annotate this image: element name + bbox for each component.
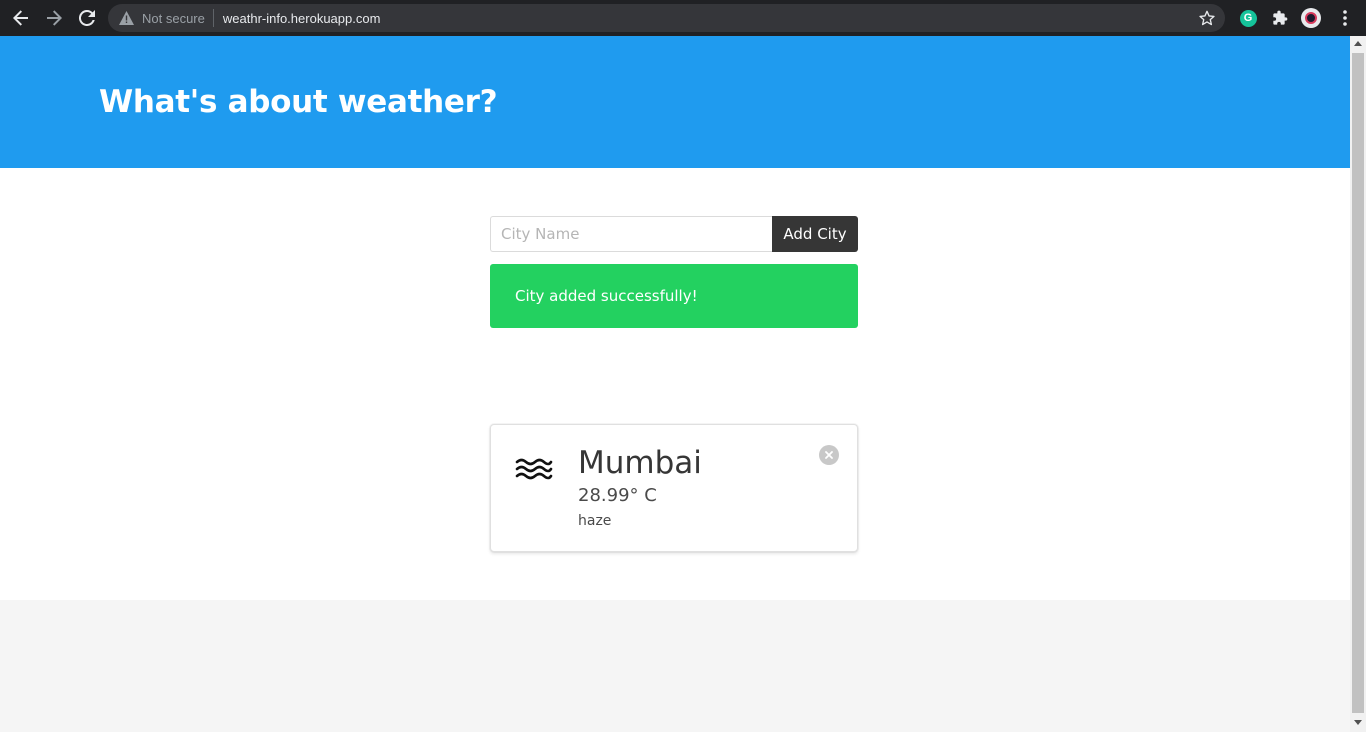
grammarly-icon[interactable]: G (1238, 8, 1258, 28)
page-footer (0, 600, 1350, 732)
weather-card: Mumbai 28.99° C haze (490, 424, 858, 552)
forward-arrow-icon[interactable] (42, 6, 66, 30)
star-icon[interactable] (1199, 10, 1215, 26)
scroll-down-arrow-icon[interactable] (1354, 720, 1362, 725)
add-city-button[interactable]: Add City (772, 216, 858, 252)
close-icon (825, 451, 833, 459)
more-icon[interactable] (1335, 8, 1355, 28)
vertical-scrollbar[interactable] (1350, 36, 1366, 732)
scrollbar-thumb[interactable] (1352, 53, 1364, 713)
add-city-form: Add City (490, 216, 858, 252)
grammarly-letter: G (1239, 9, 1257, 27)
card-temperature: 28.99° C (578, 485, 657, 506)
address-divider (212, 9, 214, 27)
warning-icon (118, 10, 134, 26)
success-notification: City added successfully! (490, 264, 858, 328)
haze-waves-icon (515, 457, 553, 483)
url-text[interactable]: weathr-info.herokuapp.com (223, 11, 381, 26)
security-label[interactable]: Not secure (142, 11, 205, 26)
address-bar[interactable]: Not secure weathr-info.herokuapp.com (108, 4, 1225, 32)
browser-toolbar: Not secure weathr-info.herokuapp.com G (0, 0, 1366, 36)
card-description: haze (578, 513, 612, 529)
scroll-up-arrow-icon[interactable] (1354, 41, 1362, 46)
back-arrow-icon[interactable] (9, 6, 33, 30)
profile-icon[interactable] (1301, 8, 1321, 28)
page-viewport: What's about weather? Add City City adde… (0, 36, 1350, 732)
puzzle-icon[interactable] (1270, 8, 1290, 28)
city-name-input[interactable] (490, 216, 772, 252)
hero-banner: What's about weather? (0, 36, 1350, 168)
delete-card-button[interactable] (819, 445, 839, 465)
page-title: What's about weather? (99, 84, 498, 120)
card-city-name: Mumbai (578, 445, 702, 481)
reload-icon[interactable] (75, 6, 99, 30)
